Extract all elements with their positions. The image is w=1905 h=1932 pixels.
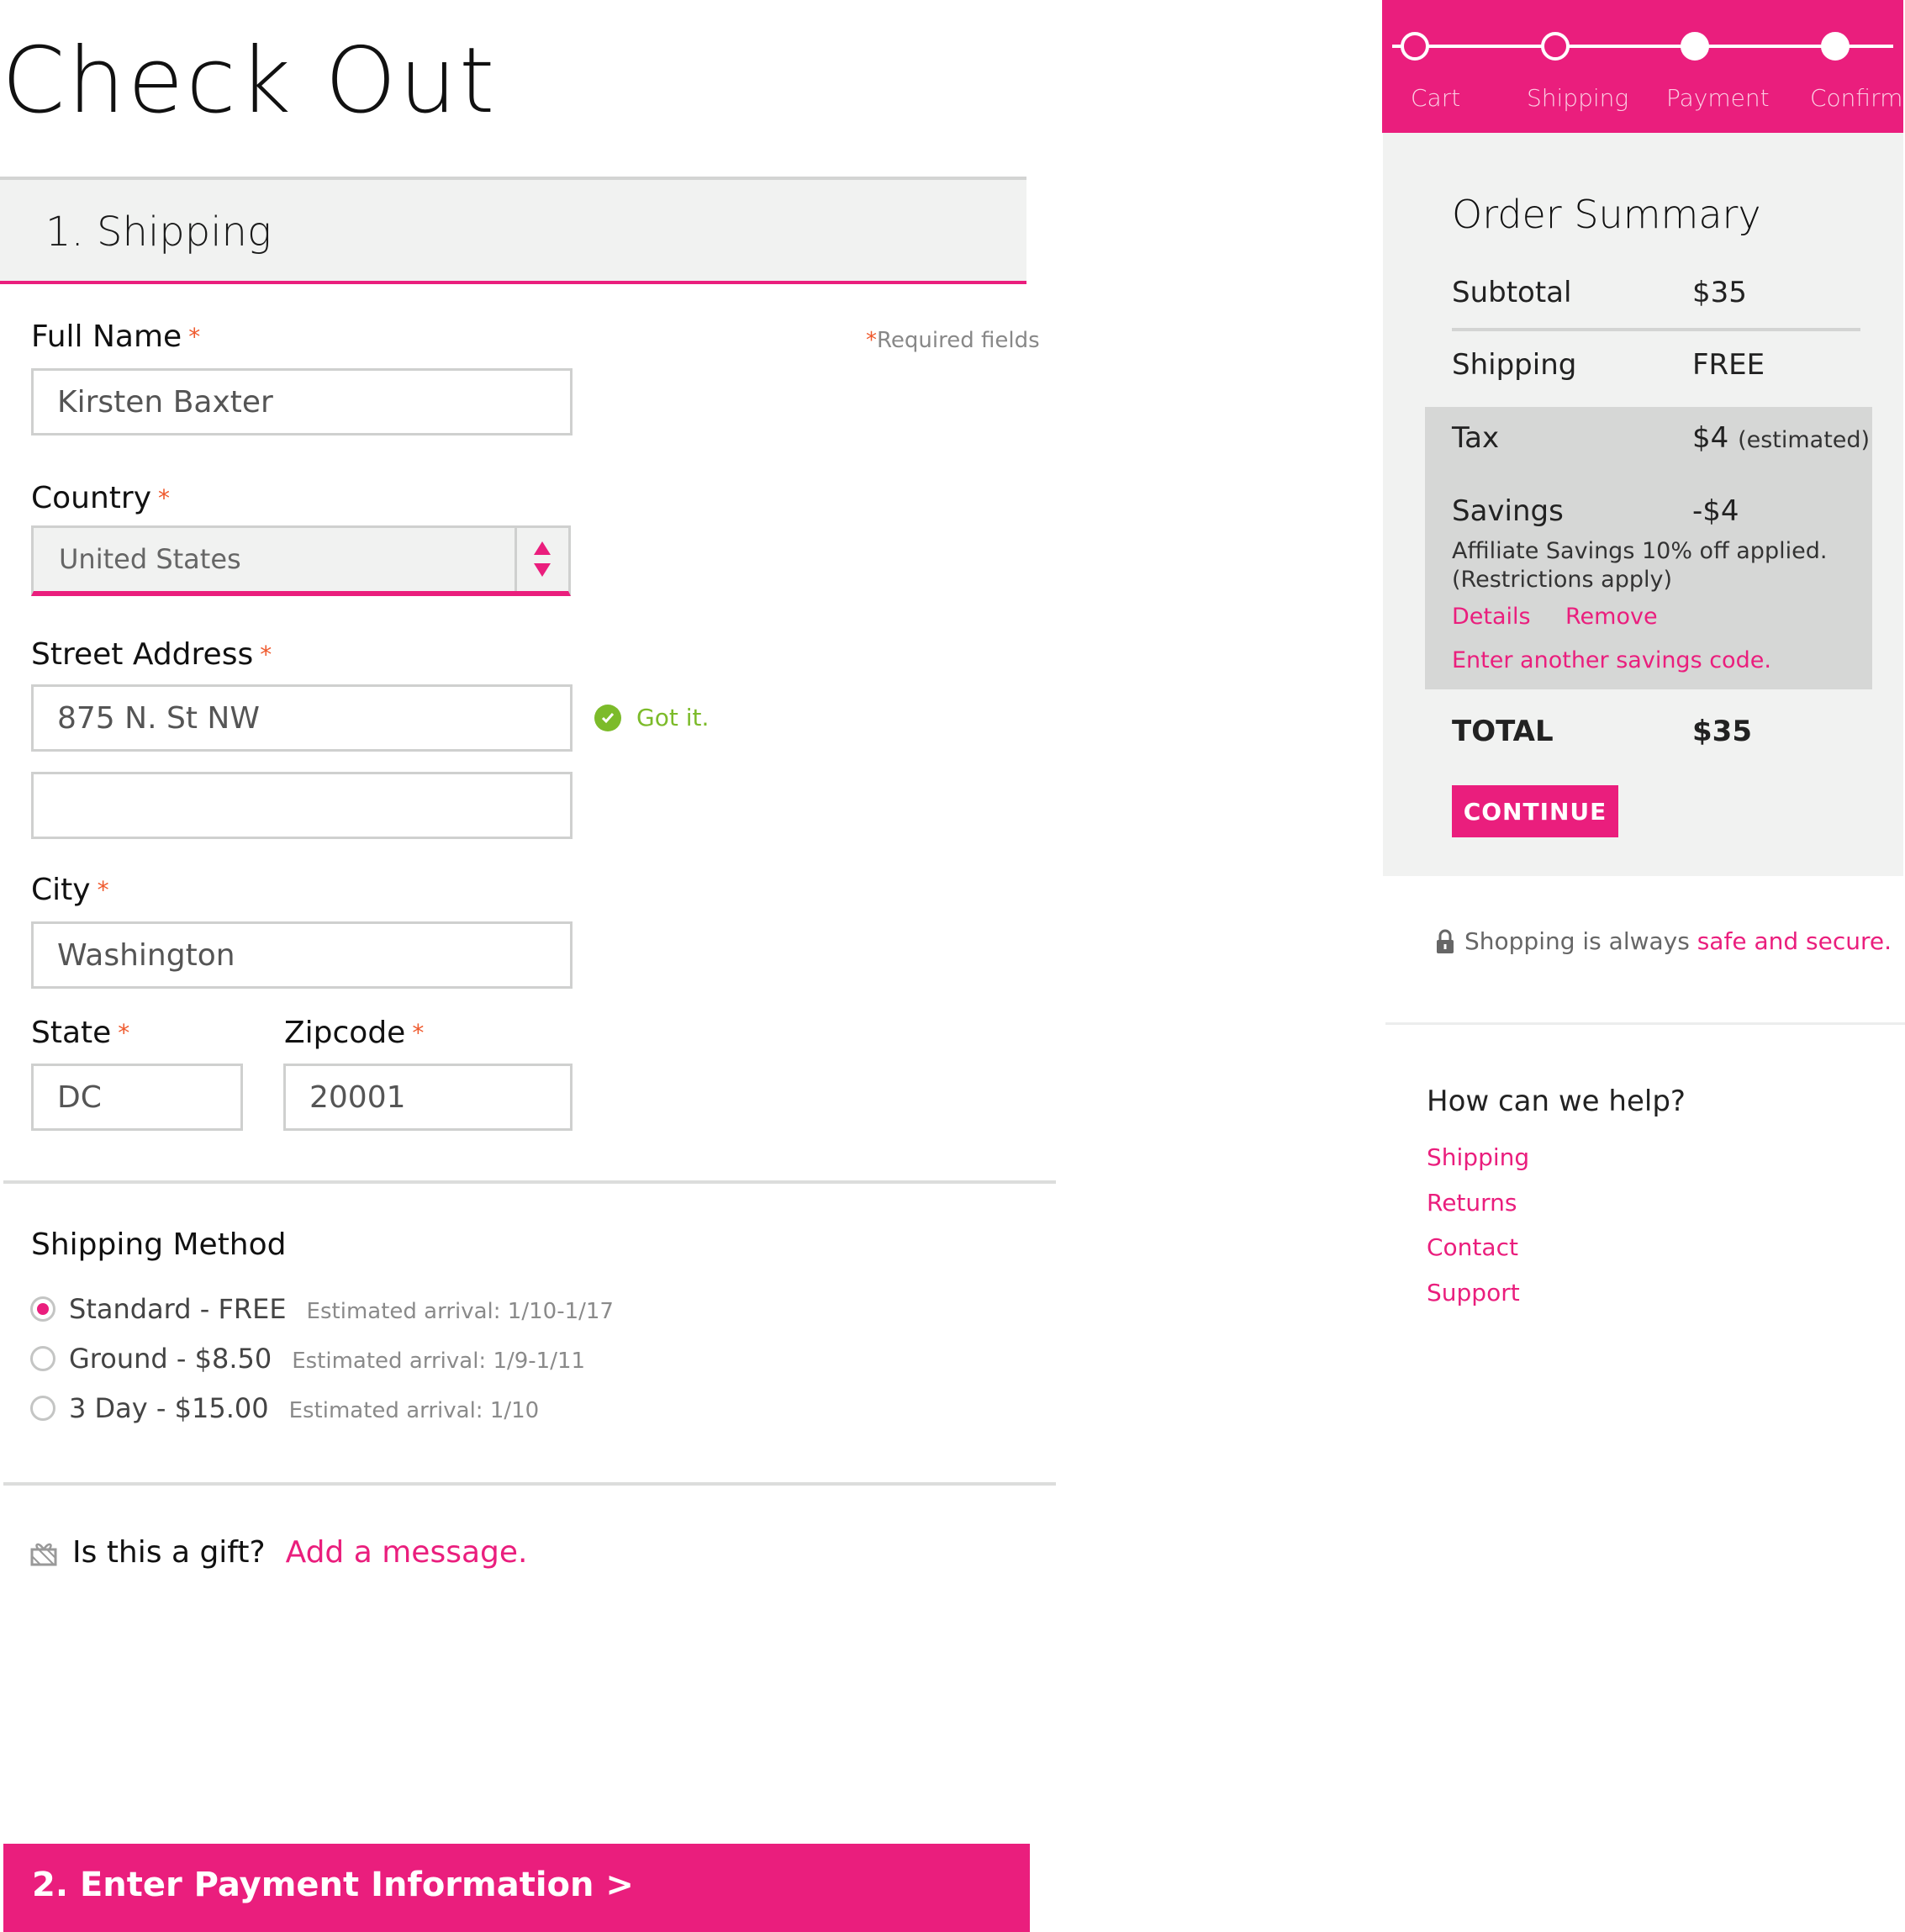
- shipping-label: Shipping: [1452, 348, 1577, 382]
- step-label-cart: Cart: [1411, 84, 1461, 112]
- remove-link[interactable]: Remove: [1565, 604, 1658, 630]
- enter-savings-code-link[interactable]: Enter another savings code.: [1452, 647, 1771, 673]
- help-title: How can we help?: [1427, 1085, 1686, 1118]
- tax-value: $4 (estimated): [1692, 421, 1871, 455]
- total-value: $35: [1692, 715, 1752, 748]
- city-label: City *: [31, 873, 109, 907]
- divider: [3, 1482, 1056, 1486]
- step-dot-shipping: [1541, 32, 1570, 61]
- checkout-progress: Cart Shipping Payment Confirm: [1382, 0, 1903, 133]
- summary-divider: [1452, 328, 1860, 331]
- state-label: State *: [31, 1016, 130, 1050]
- full-name-input[interactable]: Kirsten Baxter: [31, 368, 573, 435]
- secure-note: Shopping is always safe and secure.: [1436, 927, 1892, 955]
- divider: [1385, 1022, 1905, 1025]
- restrictions-note: (Restrictions apply): [1452, 567, 1672, 593]
- shipping-option-standard[interactable]: Standard - FREE Estimated arrival: 1/10-…: [30, 1293, 614, 1325]
- order-summary-title: Order Summary: [1452, 192, 1761, 237]
- step-label-payment: Payment: [1666, 84, 1770, 112]
- validation-message: Got it.: [594, 704, 709, 731]
- section-title: 1. Shipping: [45, 209, 272, 256]
- gift-row: Is this a gift? Add a message.: [30, 1535, 527, 1570]
- radio-selected[interactable]: [30, 1296, 55, 1322]
- progress-line: [1392, 45, 1893, 48]
- subtotal-value: $35: [1692, 276, 1747, 309]
- continue-button[interactable]: CONTINUE: [1452, 785, 1618, 837]
- street-input-line2[interactable]: [31, 772, 573, 839]
- savings-note: Affiliate Savings 10% off applied.: [1452, 538, 1828, 564]
- step-dot-cart: [1401, 32, 1429, 61]
- lock-icon: [1437, 929, 1454, 953]
- page-title: Check Out: [2, 29, 498, 134]
- radio-unselected[interactable]: [30, 1396, 55, 1421]
- tax-label: Tax: [1452, 421, 1500, 455]
- help-link-support[interactable]: Support: [1427, 1279, 1520, 1306]
- add-message-link[interactable]: Add a message.: [286, 1535, 528, 1570]
- order-summary: Order Summary Subtotal $35 Shipping FREE…: [1383, 133, 1903, 876]
- radio-unselected[interactable]: [30, 1346, 55, 1371]
- total-label: TOTAL: [1452, 715, 1554, 748]
- help-link-contact[interactable]: Contact: [1427, 1233, 1518, 1261]
- state-input[interactable]: DC: [31, 1064, 243, 1131]
- safe-secure-link[interactable]: safe and secure.: [1697, 927, 1892, 955]
- step-dot-payment: [1681, 32, 1709, 61]
- full-name-label: Full Name *: [31, 319, 201, 354]
- country-select[interactable]: United States: [31, 525, 571, 596]
- details-link[interactable]: Details: [1452, 604, 1531, 630]
- help-link-returns[interactable]: Returns: [1427, 1189, 1517, 1217]
- shipping-method-title: Shipping Method: [31, 1227, 287, 1262]
- street-label: Street Address *: [31, 637, 272, 672]
- country-label: Country *: [31, 481, 171, 515]
- payment-section-bar[interactable]: 2. Enter Payment Information >: [3, 1844, 1030, 1932]
- savings-value: -$4: [1692, 494, 1739, 528]
- subtotal-label: Subtotal: [1452, 276, 1572, 309]
- divider: [3, 1180, 1056, 1184]
- shipping-option-3day[interactable]: 3 Day - $15.00 Estimated arrival: 1/10: [30, 1392, 539, 1424]
- shipping-value: FREE: [1692, 348, 1765, 382]
- street-input[interactable]: 875 N. St NW: [31, 684, 573, 752]
- chevron-up-down-icon: [515, 528, 568, 591]
- city-input[interactable]: Washington: [31, 921, 573, 989]
- section-header-shipping: 1. Shipping: [0, 177, 1026, 284]
- savings-label: Savings: [1452, 494, 1564, 528]
- zipcode-label: Zipcode *: [284, 1016, 425, 1050]
- step-dot-confirm: [1821, 32, 1850, 61]
- zipcode-input[interactable]: 20001: [283, 1064, 573, 1131]
- step-label-confirm: Confirm: [1810, 84, 1903, 112]
- check-circle-icon: [594, 704, 621, 731]
- required-fields-note: *Required fields: [866, 328, 1040, 353]
- shipping-option-ground[interactable]: Ground - $8.50 Estimated arrival: 1/9-1/…: [30, 1343, 585, 1375]
- help-link-shipping[interactable]: Shipping: [1427, 1143, 1529, 1171]
- step-label-shipping: Shipping: [1527, 84, 1629, 112]
- gift-icon: [30, 1543, 57, 1565]
